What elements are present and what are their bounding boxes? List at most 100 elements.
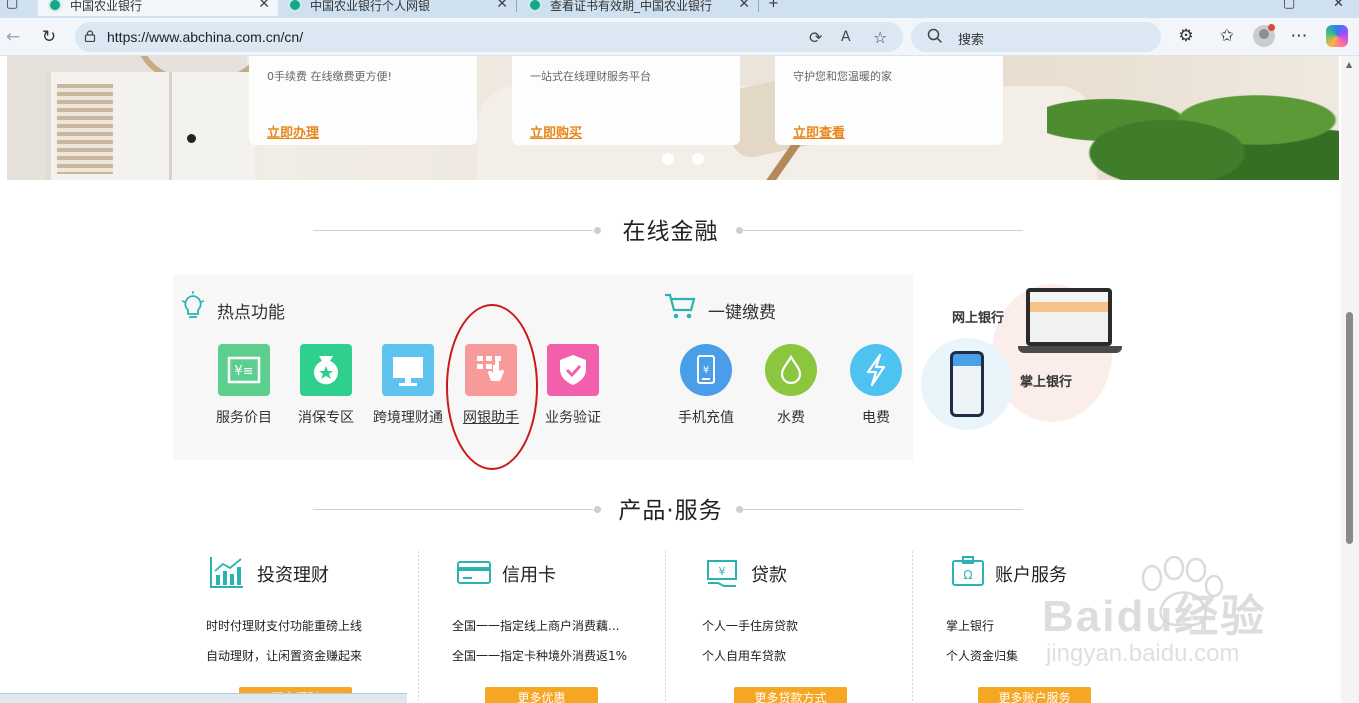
service-label: 跨境理财通 xyxy=(373,410,443,426)
tracking-prevention-icon[interactable]: ⟳ xyxy=(809,28,822,47)
plant-decoration xyxy=(1047,76,1339,180)
section-title-products: 产品·服务 xyxy=(618,498,723,524)
product-link[interactable]: 掌上银行 xyxy=(946,617,994,634)
extensions-icon[interactable]: ⚙ xyxy=(1175,26,1197,46)
monitor-icon xyxy=(382,344,434,396)
url-text: https://www.abchina.com.cn/cn/ xyxy=(107,29,304,45)
service-label: 水费 xyxy=(777,410,805,426)
product-investment: 投资理财 时时付理财支付功能重磅上线 自动理财，让闲置资金赚起来 更多理财 xyxy=(173,551,419,703)
close-window-icon[interactable]: ✕ xyxy=(1333,0,1344,11)
favorites-icon[interactable]: ✩ xyxy=(1216,26,1238,46)
pay-mobile-recharge[interactable]: ¥ 手机充值 xyxy=(659,344,753,427)
books-decoration xyxy=(57,84,113,174)
read-aloud-icon[interactable]: A xyxy=(841,29,851,45)
product-link[interactable]: 全国一一指定线上商户消费藕... xyxy=(452,617,619,634)
tab-separator xyxy=(516,0,517,12)
search-box[interactable]: 搜索 xyxy=(911,22,1161,52)
highlight-annotation xyxy=(446,304,538,470)
scrollbar-thumb[interactable] xyxy=(1346,312,1353,544)
product-account-service: Ω 账户服务 掌上银行 个人资金归集 更多账户服务 xyxy=(914,551,1160,703)
promo-cta-link[interactable]: 立即办理 xyxy=(267,122,319,141)
tab-actions-icon[interactable]: ▢ xyxy=(6,0,18,11)
product-title[interactable]: 投资理财 xyxy=(257,561,329,587)
water-drop-icon xyxy=(765,344,817,396)
promo-card-wealth: 一站式在线理财服务平台 立即购买 xyxy=(512,56,740,145)
search-icon xyxy=(927,28,943,44)
tab-separator xyxy=(758,0,759,12)
carousel-dot[interactable] xyxy=(662,153,674,165)
tab-close-icon[interactable]: ✕ xyxy=(738,0,750,12)
status-bar xyxy=(0,693,407,703)
tab-close-icon[interactable]: ✕ xyxy=(258,0,270,12)
product-title[interactable]: 账户服务 xyxy=(995,561,1067,587)
maximize-icon[interactable]: ▢ xyxy=(1283,0,1295,11)
product-title[interactable]: 信用卡 xyxy=(502,561,556,587)
service-price-list[interactable]: ¥≡ 服务价目 xyxy=(197,344,291,427)
product-link[interactable]: 个人资金归集 xyxy=(946,647,1018,664)
tab-strip: ▢ 中国农业银行 ✕ 中国农业银行个人网银 ✕ 查看证书有效期_中国农业银行 ✕… xyxy=(0,0,1359,18)
price-list-icon: ¥≡ xyxy=(218,344,270,396)
notification-dot xyxy=(1268,24,1275,31)
promo-desc: 0手续费 在线缴费更方便! xyxy=(267,70,392,83)
abc-favicon-icon xyxy=(528,0,542,12)
back-arrow-icon[interactable]: ← xyxy=(2,27,24,47)
hot-functions-title: 热点功能 xyxy=(217,303,285,323)
more-offers-button[interactable]: 更多优惠 xyxy=(485,687,598,703)
product-link[interactable]: 自动理财，让闲置资金赚起来 xyxy=(206,647,362,664)
copilot-icon[interactable] xyxy=(1326,25,1348,47)
tab-certificate-validity[interactable]: 查看证书有效期_中国农业银行 ✕ xyxy=(518,0,758,16)
tab-title: 中国农业银行个人网银 xyxy=(310,0,431,13)
service-cross-border-wealth[interactable]: 跨境理财通 xyxy=(361,344,455,427)
tab-abchina-home[interactable]: 中国农业银行 ✕ xyxy=(38,0,278,16)
page-viewport: 0手续费 在线缴费更方便! 立即办理 一站式在线理财服务平台 立即购买 守护您和… xyxy=(0,56,1341,703)
mobile-banking-link[interactable]: 掌上银行 xyxy=(1020,371,1072,390)
product-loan: ¥ 贷款 个人一手住房贷款 个人自用车贷款 更多贷款方式 xyxy=(667,551,913,703)
carousel-dot[interactable] xyxy=(692,153,704,165)
shopping-cart-icon xyxy=(665,293,696,319)
tab-close-icon[interactable]: ✕ xyxy=(496,0,508,12)
browser-window: ▢ 中国农业银行 ✕ 中国农业银行个人网银 ✕ 查看证书有效期_中国农业银行 ✕… xyxy=(0,0,1359,703)
section-title-online-finance: 在线金融 xyxy=(622,219,719,245)
svg-text:¥: ¥ xyxy=(719,565,726,578)
new-tab-button[interactable]: + xyxy=(768,0,779,11)
phone-illustration xyxy=(950,351,984,417)
refresh-icon[interactable]: ↻ xyxy=(38,27,60,47)
pay-electricity-bill[interactable]: 电费 xyxy=(829,344,923,427)
promo-cta-link[interactable]: 立即购买 xyxy=(530,122,582,141)
promo-cta-link[interactable]: 立即查看 xyxy=(793,122,845,141)
svg-text:¥: ¥ xyxy=(703,365,709,376)
abc-favicon-icon xyxy=(48,0,62,12)
laptop-illustration xyxy=(1026,288,1112,346)
product-link[interactable]: 全国一一指定卡种境外消费返1% xyxy=(452,647,627,664)
vertical-scrollbar[interactable]: ▲ xyxy=(1341,56,1359,703)
product-link[interactable]: 个人自用车贷款 xyxy=(702,647,786,664)
service-label: 业务验证 xyxy=(545,410,601,426)
account-badge-icon: Ω xyxy=(952,556,984,586)
promo-card-insurance: 守护您和您温暖的家 立即查看 xyxy=(775,56,1003,145)
address-bar[interactable]: https://www.abchina.com.cn/cn/ ⟳ A ☆ xyxy=(75,22,903,52)
product-title[interactable]: 贷款 xyxy=(751,561,787,587)
service-consumer-protection[interactable]: 消保专区 xyxy=(279,344,373,427)
tab-personal-ebank[interactable]: 中国农业银行个人网银 ✕ xyxy=(278,0,516,16)
more-loans-button[interactable]: 更多贷款方式 xyxy=(734,687,847,703)
lightbulb-icon xyxy=(181,291,205,318)
favorite-star-icon[interactable]: ☆ xyxy=(873,28,887,47)
svg-text:¥≡: ¥≡ xyxy=(234,364,253,379)
more-account-services-button[interactable]: 更多账户服务 xyxy=(978,687,1091,703)
service-business-verification[interactable]: 业务验证 xyxy=(526,344,620,427)
service-label: 电费 xyxy=(862,410,890,426)
more-options-icon[interactable]: ⋯ xyxy=(1288,26,1310,46)
lock-icon xyxy=(84,30,96,42)
pay-water-bill[interactable]: 水费 xyxy=(744,344,838,427)
service-label: 消保专区 xyxy=(298,410,354,426)
shield-check-icon xyxy=(547,344,599,396)
scroll-up-icon[interactable]: ▲ xyxy=(1346,60,1352,69)
product-credit-card: 信用卡 全国一一指定线上商户消费藕... 全国一一指定卡种境外消费返1% 更多优… xyxy=(420,551,666,703)
lightning-icon xyxy=(850,344,902,396)
product-link[interactable]: 个人一手住房贷款 xyxy=(702,617,798,634)
promo-desc: 守护您和您温暖的家 xyxy=(793,70,892,83)
promo-card-payment: 0手续费 在线缴费更方便! 立即办理 xyxy=(249,56,477,145)
product-link[interactable]: 时时付理财支付功能重磅上线 xyxy=(206,617,362,634)
search-placeholder: 搜索 xyxy=(958,33,985,48)
online-banking-link[interactable]: 网上银行 xyxy=(952,307,1004,326)
